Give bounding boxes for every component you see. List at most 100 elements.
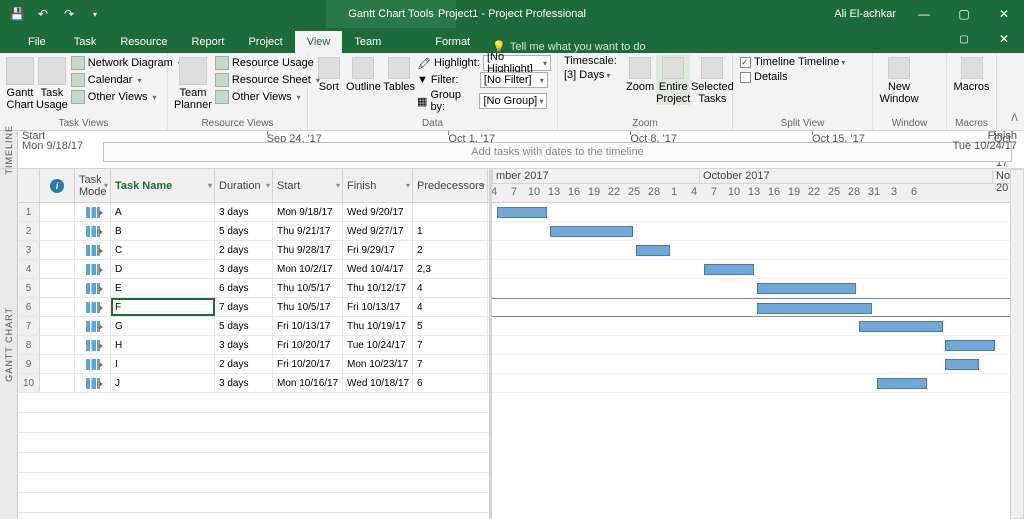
cell-duration[interactable]: 5 days [215, 317, 273, 335]
cell-mode[interactable] [75, 355, 111, 373]
tab-resource[interactable]: Resource [108, 31, 179, 53]
minimize-icon[interactable]: — [904, 0, 944, 28]
cell-predecessors[interactable]: 7 [413, 336, 488, 354]
cell-info[interactable] [40, 374, 75, 392]
cell-mode[interactable] [75, 279, 111, 297]
gantt-bar[interactable] [636, 245, 670, 256]
cell-name[interactable]: E [111, 279, 215, 297]
gantt-bar[interactable] [757, 283, 857, 294]
cell-finish[interactable]: Mon 10/23/17 [343, 355, 413, 373]
table-row[interactable]: 6F7 daysThu 10/5/17Fri 10/13/174 [18, 298, 489, 317]
col-info[interactable]: i [40, 169, 75, 202]
maximize-icon[interactable]: ▢ [944, 0, 984, 28]
cell-mode[interactable] [75, 374, 111, 392]
cell-start[interactable]: Mon 9/18/17 [273, 203, 343, 221]
table-row[interactable]: 8H3 daysFri 10/20/17Tue 10/24/177 [18, 336, 489, 355]
cell-predecessors[interactable]: 1 [413, 222, 488, 240]
details-check[interactable]: Details [739, 70, 851, 84]
tab-report[interactable]: Report [179, 31, 236, 53]
timeline-track[interactable]: Add tasks with dates to the timeline [103, 142, 1012, 162]
tab-format[interactable]: Format [423, 31, 482, 53]
cell-name[interactable]: B [111, 222, 215, 240]
cell-finish[interactable]: Wed 10/4/17 [343, 260, 413, 278]
gantt-bar[interactable] [550, 226, 634, 237]
row-num[interactable]: 4 [18, 260, 40, 278]
cell-finish[interactable]: Wed 9/20/17 [343, 203, 413, 221]
sort-button[interactable]: Sort [314, 55, 344, 93]
cell-finish[interactable]: Fri 9/29/17 [343, 241, 413, 259]
cell-name[interactable]: I [111, 355, 215, 373]
cell-info[interactable] [40, 336, 75, 354]
cell-duration[interactable]: 3 days [215, 374, 273, 392]
table-row[interactable]: 10J3 daysMon 10/16/17Wed 10/18/176 [18, 374, 489, 393]
cell-finish[interactable]: Thu 10/19/17 [343, 317, 413, 335]
cell-start[interactable]: Thu 9/21/17 [273, 222, 343, 240]
row-num[interactable]: 1 [18, 203, 40, 221]
cell-info[interactable] [40, 298, 75, 316]
tables-button[interactable]: Tables [383, 55, 415, 93]
cell-predecessors[interactable]: 4 [413, 279, 488, 297]
cell-predecessors[interactable] [413, 203, 488, 221]
outline-button[interactable]: Outline [346, 55, 382, 93]
col-predecessors[interactable]: Predecessors▾ [413, 169, 488, 202]
cell-name[interactable]: F [111, 298, 215, 316]
cell-start[interactable]: Fri 10/20/17 [273, 355, 343, 373]
tab-project[interactable]: Project [236, 31, 294, 53]
row-num[interactable]: 10 [18, 374, 40, 392]
cell-mode[interactable] [75, 336, 111, 354]
cell-start[interactable]: Fri 10/13/17 [273, 317, 343, 335]
cell-duration[interactable]: 3 days [215, 260, 273, 278]
cell-name[interactable]: H [111, 336, 215, 354]
tab-view[interactable]: View [295, 31, 343, 53]
cell-info[interactable] [40, 203, 75, 221]
cell-start[interactable]: Fri 10/20/17 [273, 336, 343, 354]
tab-team[interactable]: Team [342, 31, 393, 53]
cell-finish[interactable]: Wed 9/27/17 [343, 222, 413, 240]
col-name[interactable]: Task Name▾ [111, 169, 215, 202]
table-row[interactable]: 1A3 daysMon 9/18/17Wed 9/20/17 [18, 203, 489, 222]
tab-task[interactable]: Task [62, 31, 109, 53]
table-row[interactable]: 4D3 daysMon 10/2/17Wed 10/4/172,3 [18, 260, 489, 279]
cell-mode[interactable] [75, 222, 111, 240]
row-num[interactable]: 6 [18, 298, 40, 316]
gantt-bar[interactable] [945, 340, 995, 351]
ribbon-display-icon[interactable]: ▢ [944, 25, 984, 53]
gantt-vtab[interactable]: GANTT CHART [0, 169, 18, 519]
col-mode[interactable]: Task Mode▾ [75, 169, 111, 202]
group-select[interactable]: [No Group]▾ [479, 93, 547, 109]
cell-mode[interactable] [75, 241, 111, 259]
zoom-button[interactable]: Zoom [626, 55, 654, 93]
cell-start[interactable]: Thu 10/5/17 [273, 279, 343, 297]
ribbon-close-icon[interactable]: ✕ [984, 25, 1024, 53]
gantt-bar[interactable] [859, 321, 943, 332]
cell-predecessors[interactable]: 4 [413, 298, 488, 316]
cell-duration[interactable]: 2 days [215, 241, 273, 259]
redo-icon[interactable]: ↷ [58, 3, 80, 25]
team-planner-button[interactable]: Team Planner [174, 55, 212, 111]
cell-mode[interactable] [75, 260, 111, 278]
cell-start[interactable]: Mon 10/2/17 [273, 260, 343, 278]
cell-start[interactable]: Thu 9/28/17 [273, 241, 343, 259]
cell-start[interactable]: Mon 10/16/17 [273, 374, 343, 392]
cell-name[interactable]: J [111, 374, 215, 392]
cell-duration[interactable]: 7 days [215, 298, 273, 316]
col-finish[interactable]: Finish▾ [343, 169, 413, 202]
table-row[interactable]: 7G5 daysFri 10/13/17Thu 10/19/175 [18, 317, 489, 336]
new-window-button[interactable]: New Window [879, 55, 919, 105]
network-diagram-button[interactable]: Network Diagram▾ [70, 55, 183, 71]
collapse-ribbon-icon[interactable]: ᐱ [1011, 53, 1024, 130]
close-icon[interactable]: ✕ [984, 0, 1024, 28]
cell-info[interactable] [40, 222, 75, 240]
gantt-chart-button[interactable]: Gantt Chart [6, 55, 34, 111]
timeline-check[interactable]: TimelineTimeline▾ [739, 55, 851, 69]
cell-duration[interactable]: 6 days [215, 279, 273, 297]
gantt-bar[interactable] [945, 359, 979, 370]
cell-info[interactable] [40, 355, 75, 373]
row-num[interactable]: 8 [18, 336, 40, 354]
gantt-bar[interactable] [877, 378, 927, 389]
cell-info[interactable] [40, 241, 75, 259]
macros-button[interactable]: Macros [953, 55, 990, 93]
calendar-button[interactable]: Calendar▾ [70, 72, 183, 88]
gantt-bar[interactable] [704, 264, 754, 275]
cell-name[interactable]: C [111, 241, 215, 259]
